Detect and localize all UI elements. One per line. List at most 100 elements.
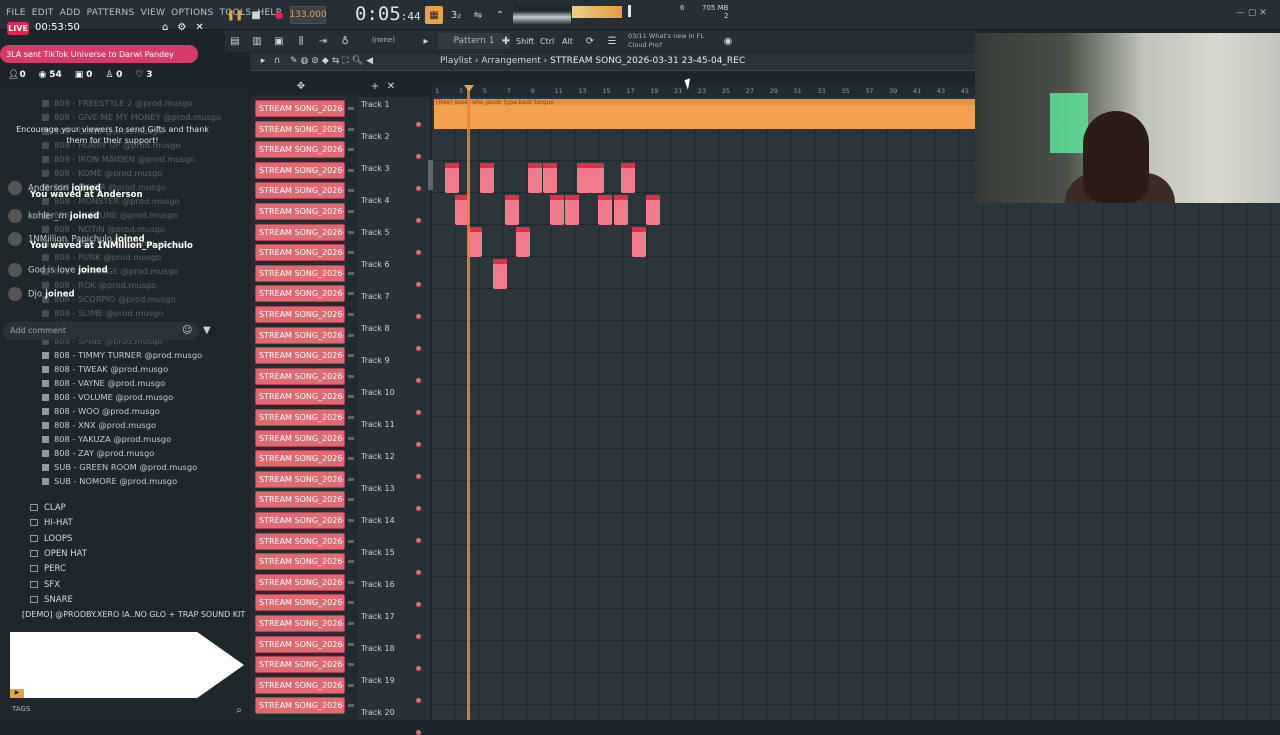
menu-edit[interactable]: EDIT	[32, 8, 54, 18]
channel-button[interactable]: STREAM SONG_2026-03-	[255, 573, 345, 591]
alt-key[interactable]: Alt	[562, 33, 573, 49]
browser-folder[interactable]: LOOPS	[30, 534, 72, 544]
channel-select-led[interactable]	[348, 395, 354, 399]
channel-button[interactable]: STREAM SONG_2026-03-	[255, 532, 345, 550]
channel-select-led[interactable]	[348, 374, 354, 378]
browser-item[interactable]: 808 - TWEAK @prod.musgo	[42, 364, 168, 374]
typing-keyboard-icon[interactable]: ▦	[425, 6, 443, 24]
kit-folder[interactable]: [DEMO] @PRODBY.XERO IA..NO GLO + TRAP SO…	[22, 610, 245, 619]
track-label[interactable]: Track 2	[361, 132, 390, 141]
pattern-clip[interactable]	[550, 195, 564, 225]
channel-button[interactable]: STREAM SONG_2026-03-	[255, 594, 345, 612]
pattern-clip[interactable]	[565, 195, 579, 225]
track-mute-button[interactable]	[416, 186, 421, 191]
pattern-clip[interactable]	[493, 259, 507, 289]
track-label[interactable]: Track 17	[361, 612, 395, 621]
blend-icon[interactable]: ⇋	[469, 6, 487, 24]
play-preview-icon[interactable]: ▶	[10, 689, 24, 698]
browser-item[interactable]: SUB - GREEN ROOM @prod.musgo	[42, 462, 197, 472]
browser-item[interactable]: 808 - YAKUZA @prod.musgo	[42, 434, 171, 444]
live-controls[interactable]: ⌂⚙✕	[162, 22, 213, 33]
track-mute-button[interactable]	[416, 730, 421, 735]
channel-button[interactable]: STREAM SONG_2026-03-	[255, 244, 345, 262]
track-label[interactable]: Track 3	[361, 164, 390, 173]
pattern-clip[interactable]	[621, 163, 635, 193]
channel-select-led[interactable]	[348, 333, 354, 337]
piano-roll-icon[interactable]: ▥	[248, 32, 266, 50]
sample-preview[interactable]	[10, 632, 244, 698]
ctrl-key[interactable]: Ctrl	[540, 33, 554, 49]
track-mute-button[interactable]	[416, 122, 421, 127]
track-mute-button[interactable]	[416, 666, 421, 671]
pattern-clip[interactable]	[598, 195, 612, 225]
channel-button[interactable]: STREAM SONG_2026-03-	[255, 264, 345, 282]
channel-select-led[interactable]	[348, 539, 354, 543]
track-mute-button[interactable]	[416, 698, 421, 703]
stop-icon[interactable]: ■	[247, 6, 265, 24]
channel-select-led[interactable]	[348, 148, 354, 152]
browser-item[interactable]: 808 - IRON MAIDEN @prod.musgo	[42, 154, 195, 164]
track-mute-button[interactable]	[416, 506, 421, 511]
channel-button[interactable]: STREAM SONG_2026-03-	[255, 388, 345, 406]
channel-button[interactable]: STREAM SONG_2026-03-	[255, 306, 345, 323]
pattern-clip[interactable]	[577, 163, 591, 193]
mixer-icon[interactable]: ⫼	[292, 32, 310, 50]
pattern-clip[interactable]	[445, 163, 459, 193]
channel-button[interactable]: STREAM SONG_2026-03-	[255, 512, 345, 529]
channel-button[interactable]: STREAM SONG_2026-03-	[255, 450, 345, 468]
channel-button[interactable]: STREAM SONG_2026-03-	[255, 285, 345, 303]
track-label[interactable]: Track 16	[361, 580, 395, 589]
maximize-icon[interactable]: ▢	[1248, 8, 1257, 18]
track-mute-button[interactable]	[416, 154, 421, 159]
track-label[interactable]: Track 14	[361, 516, 395, 525]
pattern-clip[interactable]	[528, 163, 542, 193]
channel-button[interactable]: STREAM SONG_2026-03-	[255, 491, 345, 509]
metronome-icon[interactable]: ⌃	[491, 6, 509, 24]
track-label[interactable]: Track 18	[361, 644, 395, 653]
track-mute-button[interactable]	[416, 378, 421, 383]
track-label[interactable]: Track 11	[361, 420, 395, 429]
pattern-clip[interactable]	[468, 227, 482, 257]
minimize-icon[interactable]: —	[1236, 8, 1245, 18]
track-label[interactable]: Track 13	[361, 484, 395, 493]
pattern-clip[interactable]	[505, 195, 519, 225]
pattern-clip[interactable]	[543, 163, 557, 193]
channel-select-led[interactable]	[348, 271, 354, 275]
track-mute-button[interactable]	[416, 410, 421, 415]
track-label[interactable]: Track 4	[361, 196, 390, 205]
playlist-icon[interactable]: ▤	[226, 32, 244, 50]
add-pattern-icon[interactable]: ✚	[497, 32, 515, 50]
channel-select-led[interactable]	[348, 210, 354, 213]
channel-button[interactable]: STREAM SONG_2026-03-	[255, 141, 345, 159]
channel-select-led[interactable]	[348, 292, 354, 296]
close-icon[interactable]: ✕	[1259, 8, 1267, 18]
playhead[interactable]	[467, 85, 470, 720]
browser-folder[interactable]: SFX	[30, 580, 60, 590]
news-panel[interactable]: 03/11 What's new in FL Cloud Pro?	[628, 32, 704, 50]
channel-button[interactable]: STREAM SONG_2026-03-	[255, 326, 345, 344]
track-label[interactable]: Track 20	[361, 708, 395, 717]
channel-select-led[interactable]	[348, 230, 354, 234]
channel-button[interactable]: STREAM SONG_2026-03-	[255, 656, 345, 674]
channel-button[interactable]: STREAM SONG_2026-03-	[255, 676, 345, 694]
search-icon[interactable]: ⌕	[230, 703, 248, 717]
browser-item[interactable]: 808 - XNX @prod.musgo	[42, 420, 156, 430]
channel-select-led[interactable]	[348, 313, 354, 316]
channel-rack-icon[interactable]: ▣	[270, 32, 288, 50]
track-label[interactable]: Track 12	[361, 452, 395, 461]
news-icon[interactable]: ☰	[603, 32, 621, 50]
channel-select-led[interactable]	[348, 168, 354, 172]
track-label[interactable]: Track 5	[361, 228, 390, 237]
track-label[interactable]: Track 10	[361, 388, 395, 397]
track-mute-button[interactable]	[416, 602, 421, 607]
browser-item[interactable]: 808 - PUNK @prod.musgo	[42, 252, 161, 262]
browser-folder[interactable]: HI-HAT	[30, 518, 73, 528]
channel-select-led[interactable]	[348, 622, 354, 625]
menu-view[interactable]: VIEW	[141, 8, 166, 18]
mic-icon[interactable]: ♁	[336, 32, 354, 50]
refresh-icon[interactable]: ⟳	[581, 32, 599, 50]
channel-button[interactable]: STREAM SONG_2026-03-	[255, 223, 345, 241]
track-scrollbar[interactable]	[428, 160, 433, 190]
channel-button[interactable]: STREAM SONG_2026-03-	[255, 409, 345, 426]
browser-folder[interactable]: PERC	[30, 564, 66, 574]
